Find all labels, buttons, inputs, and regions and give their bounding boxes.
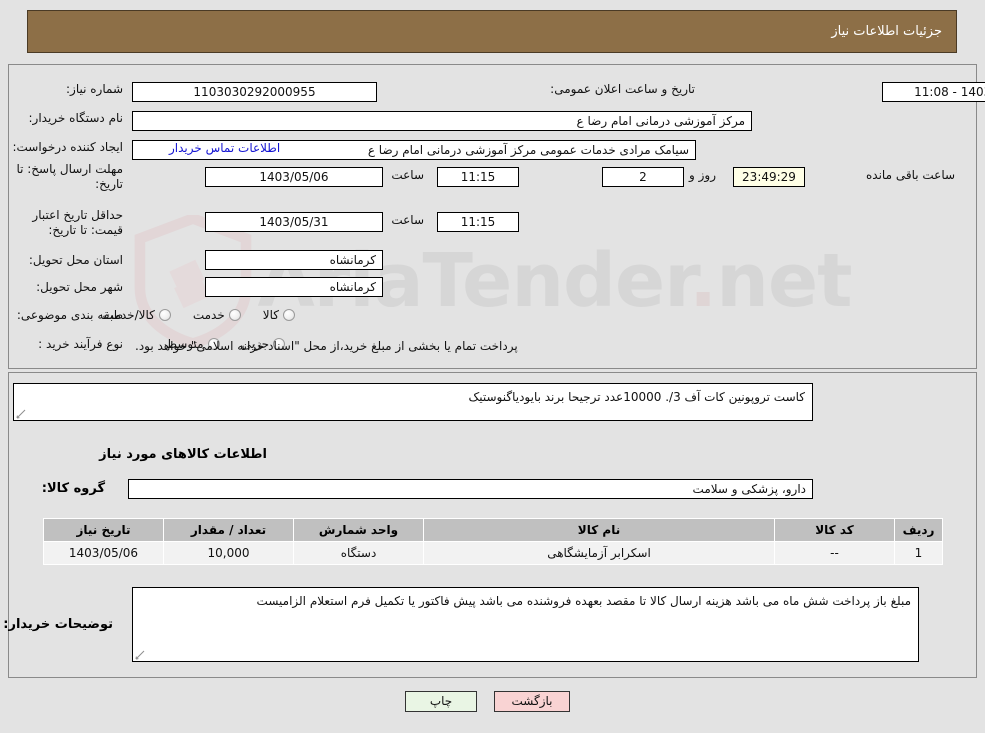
province-row: استان محل تحویل: [21,253,123,267]
cell-row: 1 [894,541,943,565]
reply-deadline-time: 11:15 [437,167,519,187]
province-label: استان محل تحویل: [28,253,123,267]
process-label: نوع فرآیند خرید : [38,337,123,351]
page-title: جزئیات اطلاعات نیاز [831,24,942,39]
resize-grip-icon[interactable] [135,650,145,660]
city-row: شهر محل تحویل: [28,280,123,294]
page-root: AriaTender.net جزئیات اطلاعات نیاز شماره… [0,0,985,733]
category-option-label-2: کالا/خدمت [102,308,155,322]
column-header-quantity: تعداد / مقدار [163,518,294,542]
remaining-days-label: روز و [689,168,716,182]
print-button[interactable]: چاپ [405,691,477,712]
category-radio-kala[interactable]: کالا [263,308,295,322]
city-label: شهر محل تحویل: [36,280,123,294]
radio-circle-icon [228,309,241,321]
process-note: پرداخت تمام یا بخشی از مبلغ خرید،از محل … [135,339,518,353]
price-validity-hour-label: ساعت [391,213,424,227]
table-header-row: ردیف کد کالا نام کالا واحد شمارش تعداد /… [43,518,943,542]
price-validity-time: 11:15 [437,212,519,232]
category-radio-khedmat[interactable]: خدمت [193,308,241,322]
price-validity-row: حداقل تاریخ اعتبار قیمت: تا تاریخ: [5,208,123,238]
table-row: 1 -- اسکرابر آزمایشگاهی دستگاه 10,000 14… [43,541,943,565]
buyer-notes-label: توضیحات خریدار: [3,617,113,632]
column-header-date: تاریخ نیاز [43,518,164,542]
buyer-org-label: نام دستگاه خریدار: [28,111,124,125]
category-radio-kala-khedmat[interactable]: کالا/خدمت [103,308,171,322]
category-radio-group: کالا خدمت کالا/خدمت [85,308,295,322]
announcement-value: 1403/05/03 - 11:08 [882,82,985,102]
city-value: کرمانشاه [205,277,383,297]
province-value: کرمانشاه [205,250,383,270]
column-header-code: کد کالا [774,518,895,542]
need-number-value: 1103030292000955 [132,82,377,102]
price-validity-label: حداقل تاریخ اعتبار قیمت: تا تاریخ: [32,208,123,237]
cell-name: اسکرابر آزمایشگاهی [423,541,775,565]
reply-deadline-label: مهلت ارسال پاسخ: تا تاریخ: [16,162,123,191]
buyer-org-value: مرکز آموزشی درمانی امام رضا ع [132,111,752,131]
reply-deadline-row: مهلت ارسال پاسخ: تا تاریخ: [5,162,123,192]
goods-table: ردیف کد کالا نام کالا واحد شمارش تعداد /… [43,518,943,565]
radio-circle-icon [158,309,171,321]
back-button[interactable]: بازگشت [494,691,570,712]
buyer-contact-link[interactable]: اطلاعات تماس خریدار [161,141,288,155]
column-header-row: ردیف [894,518,943,542]
description-value: کاست تروپونین کات آف 3/. 10000عدد ترجیحا… [468,390,806,404]
countdown-timer: 23:49:29 [733,167,805,187]
reply-deadline-hour-label: ساعت [391,168,424,182]
goods-group-label: گروه کالا: [41,481,105,496]
creator-row: ایجاد کننده درخواست: [4,140,123,154]
cell-quantity: 10,000 [163,541,294,565]
goods-section-title: اطلاعات کالاهای مورد نیاز [99,447,267,462]
resize-grip-icon[interactable] [16,409,26,419]
announcement-row: تاریخ و ساعت اعلان عمومی: [542,82,695,96]
reply-deadline-date: 1403/05/06 [205,167,383,187]
need-number-label: شماره نیاز: [66,82,123,96]
countdown-label: ساعت باقی مانده [866,168,956,182]
process-row: نوع فرآیند خرید : [30,337,123,351]
category-option-label-0: کالا [262,308,279,322]
column-header-unit: واحد شمارش [293,518,424,542]
announcement-label: تاریخ و ساعت اعلان عمومی: [550,82,695,96]
buyer-notes-box[interactable]: مبلغ باز پرداخت شش ماه می باشد هزینه ارس… [132,587,919,662]
price-validity-date: 1403/05/31 [205,212,383,232]
column-header-name: نام کالا [423,518,775,542]
buyer-org-row: نام دستگاه خریدار: [21,111,124,125]
buyer-notes-value: مبلغ باز پرداخت شش ماه می باشد هزینه ارس… [256,594,911,608]
description-box[interactable]: کاست تروپونین کات آف 3/. 10000عدد ترجیحا… [13,383,813,421]
page-header: جزئیات اطلاعات نیاز [27,10,957,53]
need-number-row: شماره نیاز: [58,82,123,96]
cell-code: -- [774,541,895,565]
category-option-label-1: خدمت [192,308,225,322]
cell-date: 1403/05/06 [43,541,164,565]
remaining-days-value: 2 [602,167,684,187]
creator-label: ایجاد کننده درخواست: [12,140,123,154]
radio-circle-icon [283,309,295,321]
goods-group-value: دارو، پزشکی و سلامت [128,479,813,499]
cell-unit: دستگاه [293,541,424,565]
